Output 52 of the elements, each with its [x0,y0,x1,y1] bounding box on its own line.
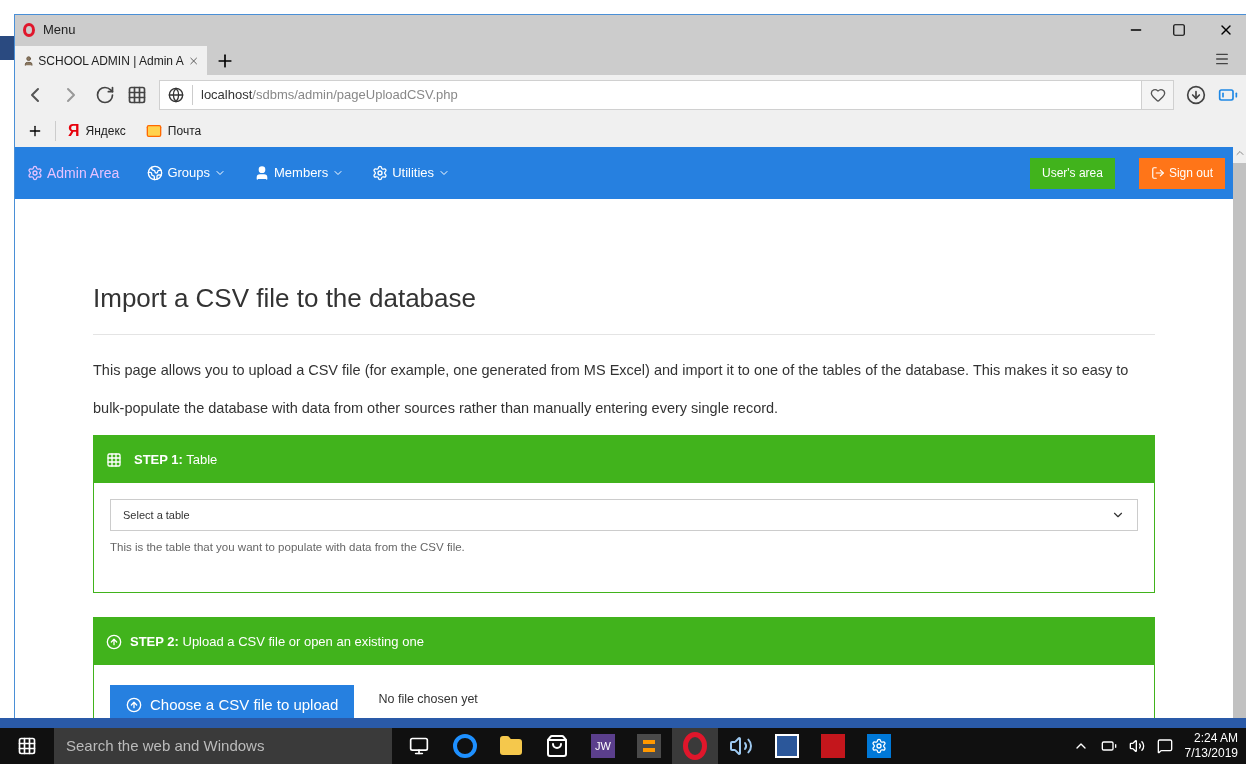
nav-menu[interactable]: Utilities [372,163,451,183]
letter-logo: Я [68,123,80,139]
grid-icon [106,451,122,468]
globe-icon [168,87,184,103]
bookmark[interactable]: Почта [145,122,202,140]
taskbar-search-field[interactable]: Search the web and Windows [54,728,392,764]
ring-logo-icon [23,23,35,37]
table-select[interactable]: Select a table [110,499,1138,531]
upload-button[interactable]: Choose a CSV file to upload [110,685,355,718]
battery-icon[interactable] [1100,738,1117,754]
upload-icon [106,633,122,650]
sign-out-icon [1150,166,1165,180]
grid-icon[interactable] [127,85,147,105]
file-status: No file chosen yet [378,690,478,708]
nav-menu[interactable]: Groups [147,163,226,183]
bookmark[interactable]: Я Яндекс [68,122,126,140]
globe-icon [147,165,164,181]
intro-paragraph: This page allows you to upload a CSV file (for example, one generated from MS Excel) and import it to one of the tables of the database. This makes it so easy to bulk-populate the database with data from other sources rather than manually entering every single record. [93,361,1130,418]
shopping-bag-icon [545,734,569,758]
page-title: Import a CSV file to the database [93,279,1155,335]
panel-heading: STEP 1: Table [134,450,218,469]
maximize-icon[interactable] [1172,23,1186,37]
settings-icon [867,734,891,758]
folder-icon [499,734,523,758]
menu-icon[interactable] [1214,51,1230,67]
task-view-icon [409,736,429,756]
speaker-icon [729,734,753,758]
address-bar[interactable]: localhost/sdbms/admin/pageUploadCSV.php [159,80,1174,110]
nav-menu[interactable]: Members [254,163,345,183]
menu-label[interactable]: Menu [43,20,76,40]
heart-icon[interactable] [1149,87,1166,103]
taskbar-app[interactable]: JW [580,728,626,764]
upload-icon [126,697,142,714]
clock[interactable]: 2:24 AM 7/13/2019 [1184,731,1238,761]
settings-icon [27,165,43,181]
browser-tab[interactable]: SCHOOL ADMIN | Admin A [15,46,207,75]
scrollbar[interactable] [1233,147,1246,718]
settings-icon [372,165,389,181]
url-text: localhost/sdbms/admin/pageUploadCSV.php [201,86,458,105]
background-window-edge [0,36,14,60]
speaker-icon[interactable] [1128,738,1145,754]
help-text: This is the table that you want to populate with data from the CSV file. [110,540,466,555]
user-icon [254,165,270,181]
ring-logo-icon [683,732,707,760]
app-tile: JW [591,734,615,758]
windows-logo-icon [17,736,37,756]
notification-icon[interactable] [1156,738,1173,754]
download-icon[interactable] [1186,85,1206,105]
reload-icon[interactable] [95,85,115,105]
add-icon[interactable] [27,123,43,139]
tab-title: SCHOOL ADMIN | Admin A [38,52,184,70]
panel-heading: STEP 2: Upload a CSV file or open an existing one [130,633,424,651]
